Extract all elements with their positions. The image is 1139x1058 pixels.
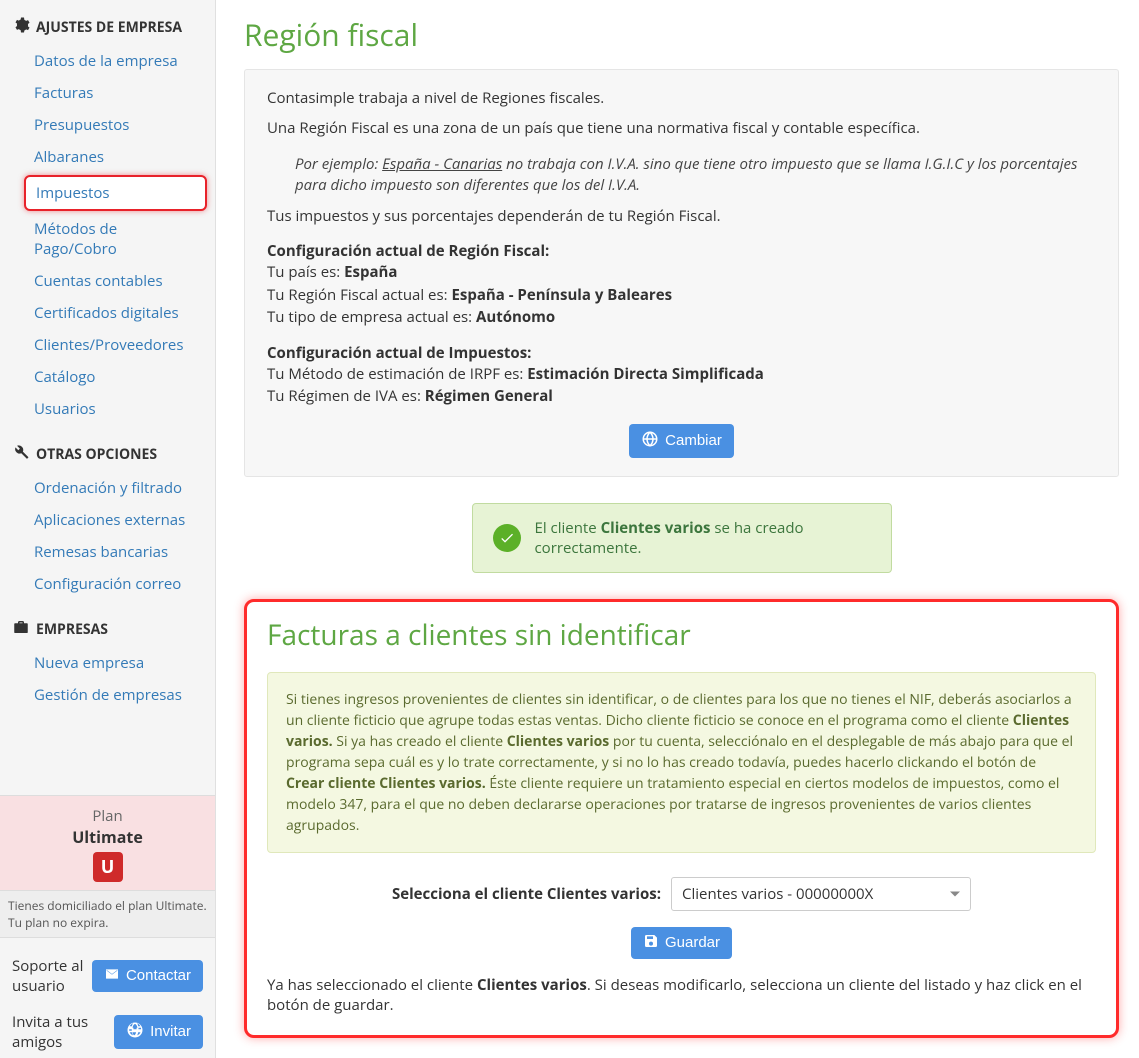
clientes-varios-select[interactable]: Clientes varios - 00000000X: [671, 877, 971, 911]
save-button-label: Guardar: [665, 934, 720, 951]
save-button[interactable]: Guardar: [631, 927, 732, 959]
success-alert: El cliente Clientes varios se ha creado …: [472, 503, 892, 573]
cfg-region: Tu Región Fiscal actual es: España - Pen…: [267, 284, 1096, 307]
nav-header-otras: OTRAS OPCIONES: [0, 433, 215, 472]
cfg-iva: Tu Régimen de IVA es: Régimen General: [267, 385, 1096, 408]
plan-note: Tienes domiciliado el plan Ultimate. Tu …: [0, 890, 215, 938]
sidebar: AJUSTES DE EMPRESA Datos de la empresa F…: [0, 0, 216, 1058]
select-row: Selecciona el cliente Clientes varios: C…: [267, 877, 1096, 911]
select-label: Selecciona el cliente Clientes varios:: [392, 884, 661, 904]
sidebar-item-config-correo[interactable]: Configuración correo: [0, 568, 215, 600]
cfg-irpf: Tu Método de estimación de IRPF es: Esti…: [267, 363, 1096, 386]
region-fiscal-panel: Contasimple trabaja a nivel de Regiones …: [244, 69, 1119, 477]
sidebar-item-nueva-empresa[interactable]: Nueva empresa: [0, 647, 215, 679]
intro-p1: Contasimple trabaja a nivel de Regiones …: [267, 88, 1096, 110]
sidebar-item-gestion-empresas[interactable]: Gestión de empresas: [0, 679, 215, 711]
nav-items-ajustes: Datos de la empresa Facturas Presupuesto…: [0, 45, 215, 425]
plan-label: Plan: [0, 806, 215, 826]
plan-box: Plan Ultimate U: [0, 795, 215, 890]
nav-items-empresas: Nueva empresa Gestión de empresas: [0, 647, 215, 711]
sidebar-item-ordenacion[interactable]: Ordenación y filtrado: [0, 472, 215, 504]
globe-icon: [126, 1021, 144, 1043]
plan-badge: U: [93, 852, 123, 882]
alert-text: El cliente Clientes varios se ha creado …: [535, 518, 871, 558]
sidebar-item-certificados[interactable]: Certificados digitales: [0, 297, 215, 329]
change-button[interactable]: Cambiar: [629, 424, 734, 458]
support-label: Soporte al usuario: [12, 956, 92, 996]
sidebar-item-usuarios[interactable]: Usuarios: [0, 393, 215, 425]
check-icon: [493, 524, 521, 552]
intro-p2: Una Región Fiscal es una zona de un país…: [267, 118, 1096, 140]
cfg-region-head: Configuración actual de Región Fiscal:: [267, 241, 1096, 261]
plan-name: Ultimate: [0, 826, 215, 848]
sidebar-item-datos-empresa[interactable]: Datos de la empresa: [0, 45, 215, 77]
main-content: Región fiscal Contasimple trabaja a nive…: [216, 0, 1139, 1058]
cfg-country: Tu país es: España: [267, 261, 1096, 284]
nav-section-ajustes: AJUSTES DE EMPRESA Datos de la empresa F…: [0, 0, 215, 427]
support-row: Soporte al usuario Contactar: [0, 938, 215, 1002]
wrench-icon: [12, 443, 30, 466]
nav-section-otras: OTRAS OPCIONES Ordenación y filtrado Apl…: [0, 427, 215, 602]
cfg-tax-head: Configuración actual de Impuestos:: [267, 343, 1096, 363]
section2-title: Facturas a clientes sin identificar: [267, 616, 1096, 654]
nav-items-otras: Ordenación y filtrado Aplicaciones exter…: [0, 472, 215, 600]
nav-header-empresas: EMPRESAS: [0, 608, 215, 647]
briefcase-icon: [12, 618, 30, 641]
note-line: Ya has seleccionado el cliente Clientes …: [267, 975, 1096, 1015]
sidebar-item-catalogo[interactable]: Catálogo: [0, 361, 215, 393]
cfg-type: Tu tipo de empresa actual es: Autónomo: [267, 306, 1096, 329]
page-title: Región fiscal: [244, 14, 1119, 55]
mail-icon: [104, 966, 120, 986]
contact-button-label: Contactar: [126, 967, 191, 984]
sidebar-item-impuestos[interactable]: Impuestos: [24, 175, 207, 211]
sidebar-item-albaranes[interactable]: Albaranes: [0, 141, 215, 173]
select-value: Clientes varios - 00000000X: [682, 884, 873, 904]
nav-header-ajustes: AJUSTES DE EMPRESA: [0, 6, 215, 45]
save-row: Guardar: [267, 927, 1096, 959]
invite-button[interactable]: Invitar: [114, 1015, 203, 1049]
gear-icon: [12, 16, 30, 39]
globe-icon: [641, 430, 659, 452]
contact-button[interactable]: Contactar: [92, 960, 203, 992]
sidebar-item-facturas[interactable]: Facturas: [0, 77, 215, 109]
intro-p3: Tus impuestos y sus porcentajes depender…: [267, 206, 1096, 228]
invite-button-label: Invitar: [150, 1023, 191, 1040]
nav-section-empresas: EMPRESAS Nueva empresa Gestión de empres…: [0, 602, 215, 713]
change-button-label: Cambiar: [665, 432, 722, 449]
nav-header-label: AJUSTES DE EMPRESA: [36, 18, 182, 37]
panel-actions: Cambiar: [267, 424, 1096, 458]
example-link[interactable]: España - Canarias: [382, 154, 502, 174]
sidebar-item-remesas[interactable]: Remesas bancarias: [0, 536, 215, 568]
invite-label: Invita a tus amigos: [12, 1012, 102, 1052]
sidebar-item-aplicaciones-externas[interactable]: Aplicaciones externas: [0, 504, 215, 536]
facturas-sin-identificar-section: Facturas a clientes sin identificar Si t…: [244, 599, 1119, 1038]
save-icon: [643, 933, 659, 953]
nav-header-label: EMPRESAS: [36, 620, 108, 639]
nav-header-label: OTRAS OPCIONES: [36, 445, 157, 464]
sidebar-item-clientes-proveedores[interactable]: Clientes/Proveedores: [0, 329, 215, 361]
sidebar-item-presupuestos[interactable]: Presupuestos: [0, 109, 215, 141]
info-box: Si tienes ingresos provenientes de clien…: [267, 672, 1096, 853]
sidebar-item-cuentas-contables[interactable]: Cuentas contables: [0, 265, 215, 297]
example-prefix: Por ejemplo:: [295, 154, 382, 174]
sidebar-item-metodos-pago[interactable]: Métodos de Pago/Cobro: [0, 213, 215, 265]
example-text: Por ejemplo: España - Canarias no trabaj…: [267, 148, 1096, 206]
invite-row: Invita a tus amigos Invitar: [0, 1002, 215, 1058]
